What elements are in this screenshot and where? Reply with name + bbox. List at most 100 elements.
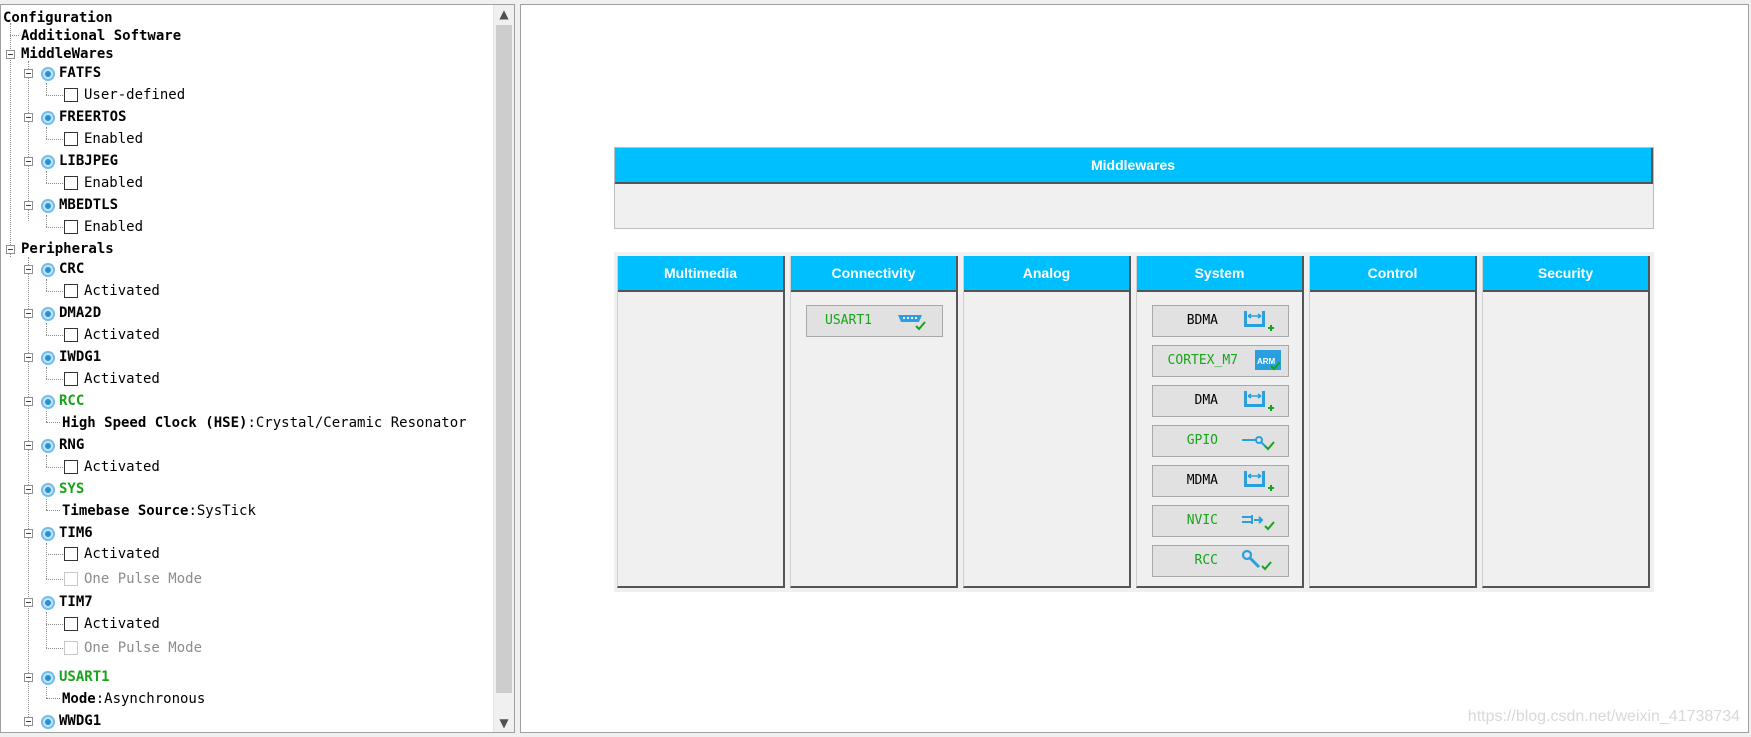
- crc-activated-checkbox[interactable]: [64, 284, 78, 298]
- collapse-icon[interactable]: [24, 113, 33, 122]
- dma2d-activated-checkbox[interactable]: [64, 328, 78, 342]
- gear-icon: [41, 67, 55, 81]
- tree-item-tim7[interactable]: TIM7: [59, 591, 93, 613]
- collapse-icon[interactable]: [24, 69, 33, 78]
- scroll-thumb[interactable]: [496, 25, 512, 693]
- collapse-icon[interactable]: [6, 245, 15, 254]
- tim7-activated-checkbox[interactable]: [64, 617, 78, 631]
- gear-icon: [41, 596, 55, 610]
- bdma-button[interactable]: BDMA: [1152, 305, 1289, 337]
- tree-item-rcc[interactable]: RCC: [59, 390, 84, 412]
- tree-connector: [46, 499, 47, 510]
- collapse-icon[interactable]: [24, 309, 33, 318]
- gpio-pin-icon: [1242, 436, 1275, 451]
- collapse-icon[interactable]: [24, 265, 33, 274]
- tree-item-dma2d[interactable]: DMA2D: [59, 302, 101, 324]
- bdma-button-label: BDMA: [1186, 313, 1218, 328]
- tree-connector: [46, 95, 63, 96]
- category-analog: Analog: [963, 256, 1131, 588]
- gear-icon: [41, 263, 55, 277]
- tree-item-fatfs[interactable]: FATFS: [59, 62, 101, 84]
- tim6-activated-checkbox[interactable]: [64, 547, 78, 561]
- tree-item-tim6[interactable]: TIM6: [59, 522, 93, 544]
- libjpeg-enabled-label: Enabled: [84, 175, 144, 191]
- usart1-mode-parameter[interactable]: Mode:Asynchronous: [62, 688, 205, 710]
- mdma-button[interactable]: MDMA: [1152, 465, 1289, 497]
- freertos-enabled-checkbox[interactable]: [64, 132, 78, 146]
- scroll-down-icon[interactable]: ▼: [494, 714, 514, 732]
- category-analog-header: Analog: [964, 256, 1129, 292]
- collapse-icon[interactable]: [24, 485, 33, 494]
- category-control: Control: [1309, 256, 1477, 588]
- collapse-icon[interactable]: [24, 441, 33, 450]
- tree-item-wwdg1[interactable]: WWDG1: [59, 710, 101, 732]
- tree-item-freertos[interactable]: FREERTOS: [59, 106, 126, 128]
- gear-icon: [41, 111, 55, 125]
- collapse-icon[interactable]: [24, 529, 33, 538]
- usart1-button[interactable]: USART1: [806, 305, 943, 337]
- tree-item-libjpeg[interactable]: LIBJPEG: [59, 150, 118, 172]
- tree-item-mbedtls[interactable]: MBEDTLS: [59, 194, 118, 216]
- gear-icon: [41, 351, 55, 365]
- collapse-icon[interactable]: [24, 201, 33, 210]
- dma-button[interactable]: DMA: [1152, 385, 1289, 417]
- crc-activated-label: Activated: [84, 283, 160, 299]
- scroll-up-icon[interactable]: ▲: [494, 5, 514, 23]
- collapse-icon[interactable]: [24, 353, 33, 362]
- serial-port-icon: [898, 315, 926, 331]
- gpio-button[interactable]: GPIO: [1152, 425, 1289, 457]
- rng-activated-checkbox[interactable]: [64, 460, 78, 474]
- libjpeg-enabled-checkbox[interactable]: [64, 176, 78, 190]
- tree-connector: [46, 291, 63, 292]
- gear-icon: [41, 439, 55, 453]
- rng-activated-label: Activated: [84, 459, 160, 475]
- gear-icon: [41, 671, 55, 685]
- collapse-icon[interactable]: [6, 50, 15, 59]
- ip-category-panel: Middlewares Multimedia Connectivity USAR…: [520, 4, 1749, 733]
- dma-icon: [1244, 311, 1274, 331]
- gear-icon: [41, 307, 55, 321]
- mbedtls-enabled-checkbox[interactable]: [64, 220, 78, 234]
- tree-item-crc[interactable]: CRC: [59, 258, 84, 280]
- rcc-hse-value: :Crystal/Ceramic Resonator: [247, 415, 467, 431]
- gear-icon: [41, 483, 55, 497]
- collapse-icon[interactable]: [24, 157, 33, 166]
- category-connectivity-header: Connectivity: [791, 256, 956, 292]
- iwdg1-activated-checkbox[interactable]: [64, 372, 78, 386]
- nvic-button[interactable]: NVIC: [1152, 505, 1289, 537]
- tim7-activated-label: Activated: [84, 616, 160, 632]
- cortex-m7-button[interactable]: CORTEX_M7 ARM: [1152, 345, 1289, 377]
- tree-item-iwdg1[interactable]: IWDG1: [59, 346, 101, 368]
- collapse-icon[interactable]: [24, 717, 33, 726]
- tim7-one-pulse-checkbox[interactable]: [64, 641, 78, 655]
- fatfs-user-defined-label: User-defined: [84, 87, 186, 103]
- tree-scrollbar[interactable]: ▲ ▼: [493, 5, 514, 732]
- tree-item-usart1[interactable]: USART1: [59, 666, 110, 688]
- rcc-hse-label: High Speed Clock (HSE): [62, 415, 248, 431]
- iwdg1-activated-label: Activated: [84, 371, 160, 387]
- rcc-hse-parameter[interactable]: High Speed Clock (HSE):Crystal/Ceramic R…: [62, 412, 467, 434]
- fatfs-user-defined-checkbox[interactable]: [64, 88, 78, 102]
- dma-icon: [1244, 471, 1274, 491]
- tree-connector: [46, 183, 63, 184]
- collapse-icon[interactable]: [24, 397, 33, 406]
- tree-item-rng[interactable]: RNG: [59, 434, 84, 456]
- tree-item-sys[interactable]: SYS: [59, 478, 84, 500]
- nvic-button-label: NVIC: [1186, 513, 1218, 528]
- collapse-icon[interactable]: [24, 673, 33, 682]
- usart1-mode-label: Mode: [62, 691, 96, 707]
- configuration-tree-pane: Configuration Additional Software Middle…: [0, 4, 515, 733]
- tree-connector: [46, 279, 47, 291]
- tree-group-peripherals[interactable]: Peripherals: [21, 238, 114, 260]
- sys-timebase-parameter[interactable]: Timebase Source:SysTick: [62, 500, 256, 522]
- usart1-mode-value: :Asynchronous: [95, 691, 206, 707]
- collapse-icon[interactable]: [24, 598, 33, 607]
- tree-connector: [46, 455, 47, 467]
- tree-connector: [46, 411, 47, 422]
- tree-connector: [10, 35, 19, 36]
- rcc-button[interactable]: RCC: [1152, 545, 1289, 577]
- tree-connector: [46, 367, 47, 379]
- tree-connector: [46, 335, 63, 336]
- tree-connector: [46, 227, 63, 228]
- tim6-one-pulse-checkbox[interactable]: [64, 572, 78, 586]
